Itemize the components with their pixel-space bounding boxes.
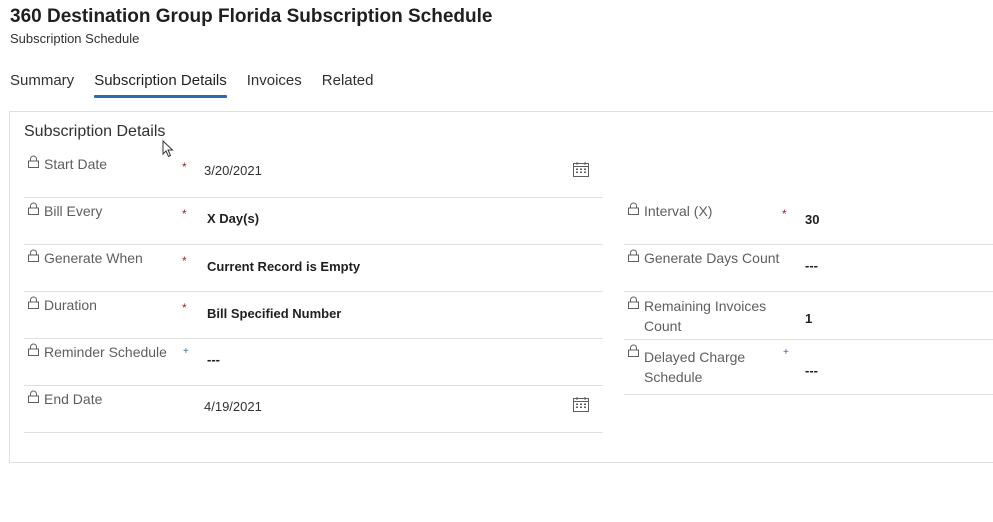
end-date-value[interactable]: 4/19/2021 (204, 399, 262, 414)
start-date-value[interactable]: 3/20/2021 (204, 163, 262, 178)
field-duration[interactable]: Duration * Bill Specified Number (24, 292, 603, 339)
calendar-icon[interactable] (573, 397, 589, 412)
record-title: 360 Destination Group Florida Subscripti… (10, 6, 493, 27)
field-start-date[interactable]: Start Date * 3/20/2021 (24, 151, 603, 198)
field-interval[interactable]: Interval (X) * 30 (624, 198, 993, 245)
field-delayed-charge-schedule[interactable]: Delayed Charge Schedule + --- (624, 340, 993, 395)
calendar-icon[interactable] (573, 162, 589, 177)
bill-every-value[interactable]: X Day(s) (207, 211, 259, 226)
reminder-schedule-label: Reminder Schedule (44, 344, 167, 360)
tab-summary[interactable]: Summary (10, 70, 74, 98)
tab-related[interactable]: Related (322, 70, 374, 98)
lock-icon (628, 202, 639, 215)
lock-icon (28, 390, 39, 403)
lock-icon (28, 202, 39, 215)
section-title: Subscription Details (24, 123, 166, 140)
delayed-charge-schedule-value[interactable]: --- (805, 363, 818, 378)
tab-bar: Summary Subscription Details Invoices Re… (10, 70, 373, 100)
lock-icon (28, 155, 39, 168)
lock-icon (628, 249, 639, 262)
bill-every-label: Bill Every (44, 203, 103, 219)
end-date-label: End Date (44, 391, 103, 407)
field-generate-days-count[interactable]: Generate Days Count --- (624, 245, 993, 292)
generate-days-count-value[interactable]: --- (805, 258, 818, 273)
delayed-charge-schedule-label: Delayed Charge Schedule (644, 349, 746, 385)
record-subtitle: Subscription Schedule (10, 31, 140, 46)
field-reminder-schedule[interactable]: Reminder Schedule + --- (24, 339, 603, 386)
lock-icon (28, 343, 39, 356)
required-indicator: * (182, 254, 187, 268)
lock-icon (28, 249, 39, 262)
interval-value[interactable]: 30 (805, 212, 819, 227)
required-indicator: * (182, 207, 187, 221)
start-date-label: Start Date (44, 156, 108, 172)
field-generate-when[interactable]: Generate When * Current Record is Empty (24, 245, 603, 292)
field-bill-every[interactable]: Bill Every * X Day(s) (24, 198, 603, 245)
generate-when-value[interactable]: Current Record is Empty (207, 259, 360, 274)
reminder-schedule-value[interactable]: --- (207, 352, 220, 367)
lock-icon (628, 344, 639, 357)
recommended-indicator: + (783, 347, 789, 358)
interval-label: Interval (X) (644, 203, 713, 219)
field-end-date[interactable]: End Date 4/19/2021 (24, 386, 603, 433)
tab-subscription-details[interactable]: Subscription Details (94, 70, 227, 98)
duration-label: Duration (44, 297, 97, 313)
lock-icon (628, 296, 639, 309)
generate-when-label: Generate When (44, 250, 143, 266)
lock-icon (28, 296, 39, 309)
required-indicator: * (182, 160, 187, 174)
duration-value[interactable]: Bill Specified Number (207, 306, 341, 321)
remaining-invoices-count-label: Remaining Invoices Count (644, 298, 767, 334)
required-indicator: * (782, 207, 787, 221)
tab-invoices[interactable]: Invoices (247, 70, 302, 98)
generate-days-count-label: Generate Days Count (644, 250, 780, 266)
required-indicator: * (182, 301, 187, 315)
field-remaining-invoices-count[interactable]: Remaining Invoices Count 1 (624, 292, 993, 340)
mouse-cursor-icon (162, 140, 174, 158)
recommended-indicator: + (183, 346, 189, 357)
remaining-invoices-count-value[interactable]: 1 (805, 311, 812, 326)
